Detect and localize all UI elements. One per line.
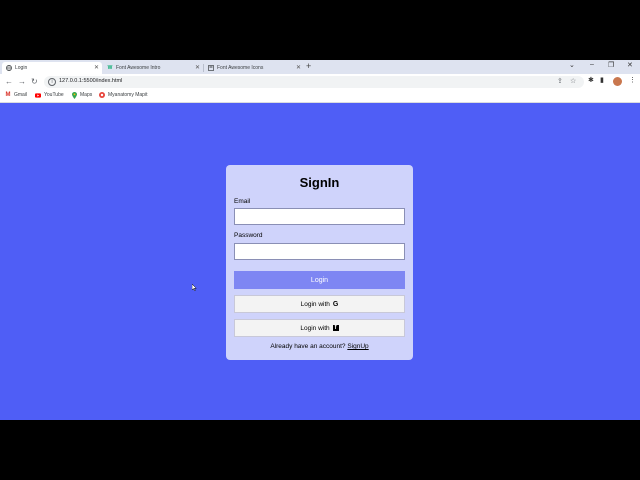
page-icon [208, 65, 214, 71]
bookmark-youtube[interactable]: YouTube [35, 92, 64, 98]
google-button-label: Login with [300, 300, 330, 308]
site-info-icon[interactable]: i [48, 78, 56, 86]
signin-card: SignIn Email Password Login Login with G… [226, 165, 413, 360]
page-content: SignIn Email Password Login Login with G… [0, 103, 640, 420]
tab-font-awesome-icons[interactable]: Font Awesome Icons ✕ [204, 62, 304, 74]
bookmark-maps[interactable]: Maps [71, 91, 93, 99]
google-icon: G [332, 300, 339, 308]
bookmark-label: Gmail [14, 92, 28, 98]
extensions-icon[interactable]: ✱ [588, 76, 594, 84]
toolbar: ← → ↻ i 127.0.0.1:5500/index.html ⇪ ☆ ✱ … [0, 74, 640, 90]
back-icon[interactable]: ← [5, 77, 13, 86]
email-label: Email [234, 198, 251, 205]
password-input[interactable] [234, 243, 405, 260]
close-tab-icon[interactable]: ✕ [296, 64, 301, 71]
menu-icon[interactable]: ⋮ [629, 76, 636, 84]
password-label: Password [234, 232, 263, 239]
reload-icon[interactable]: ↻ [31, 77, 38, 86]
email-input[interactable] [234, 208, 405, 225]
facebook-button-label: Login with [300, 324, 330, 332]
forward-icon[interactable]: → [18, 77, 26, 86]
side-panel-icon[interactable]: ▮ [600, 76, 604, 84]
share-icon[interactable]: ⇪ [557, 77, 563, 85]
login-with-google-button[interactable]: Login with G [234, 295, 405, 313]
tab-search-icon[interactable]: ⌄ [569, 61, 575, 69]
close-window-icon[interactable]: ✕ [627, 61, 633, 69]
globe-icon [6, 65, 12, 71]
gmail-icon: M [5, 92, 11, 98]
maps-icon [71, 91, 77, 99]
mouse-cursor-icon [191, 278, 197, 296]
tab-title: Font Awesome Icons [217, 65, 264, 71]
login-button[interactable]: Login [234, 271, 405, 289]
close-tab-icon[interactable]: ✕ [195, 64, 200, 71]
bookmark-label: Maps [80, 92, 93, 98]
maximize-icon[interactable]: ❐ [608, 61, 614, 69]
tab-login[interactable]: Login ✕ [2, 62, 102, 74]
bookmark-gmail[interactable]: M Gmail [5, 92, 28, 98]
bookmarks-bar: M Gmail YouTube Maps Myanatomy Mapit [0, 90, 640, 103]
login-with-facebook-button[interactable]: Login with f [234, 319, 405, 337]
new-tab-icon[interactable]: + [306, 61, 311, 71]
youtube-icon [35, 92, 41, 98]
profile-avatar[interactable] [613, 77, 622, 86]
browser-window: Login ✕ W Font Awesome Intro ✕ Font Awes… [0, 60, 640, 420]
bookmark-mapit[interactable]: Myanatomy Mapit [99, 92, 147, 98]
facebook-icon: f [332, 325, 339, 331]
address-bar[interactable]: i 127.0.0.1:5500/index.html ⇪ ☆ [44, 76, 584, 88]
bookmark-star-icon[interactable]: ☆ [570, 77, 576, 85]
signin-title: SignIn [299, 175, 340, 190]
signup-prompt: Already have an account? SignUp [226, 343, 413, 350]
tab-title: Font Awesome Intro [116, 65, 161, 71]
w3-icon: W [107, 65, 113, 71]
url-text[interactable]: 127.0.0.1:5500/index.html [59, 78, 122, 84]
mapit-icon [99, 92, 105, 98]
tab-bar: Login ✕ W Font Awesome Intro ✕ Font Awes… [0, 60, 640, 74]
bookmark-label: YouTube [44, 92, 64, 98]
tab-title: Login [15, 65, 28, 71]
bookmark-label: Myanatomy Mapit [108, 92, 148, 98]
tab-font-awesome-intro[interactable]: W Font Awesome Intro ✕ [103, 62, 204, 74]
signup-link[interactable]: SignUp [347, 343, 368, 350]
signup-prompt-text: Already have an account? [270, 343, 346, 350]
close-tab-icon[interactable]: ✕ [94, 64, 99, 71]
minimize-icon[interactable]: – [590, 61, 594, 68]
